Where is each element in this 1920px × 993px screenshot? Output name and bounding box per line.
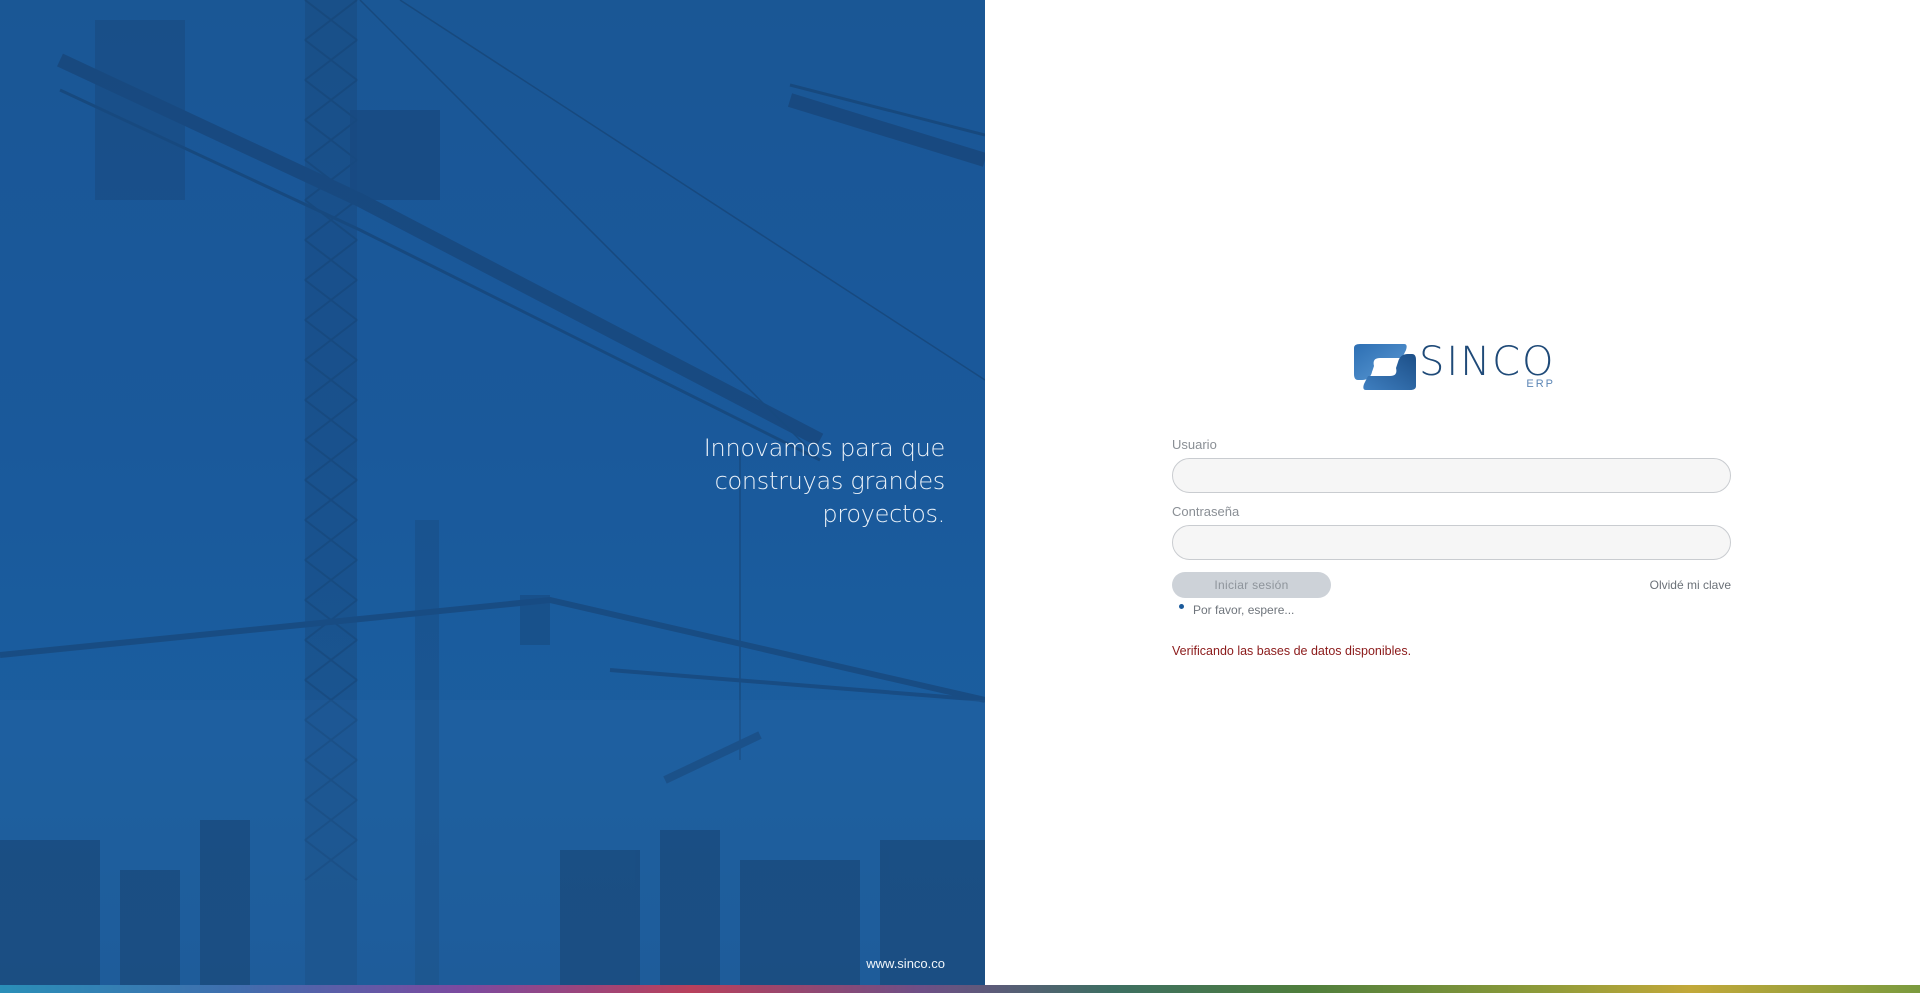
logo-subtitle: ERP [1526,378,1555,390]
hero-tagline: Innovamos para que construyas grandes pr… [585,432,946,531]
sinco-logo-mark-icon [1354,344,1416,390]
username-input[interactable] [1172,458,1731,493]
username-label: Usuario [1172,437,1217,452]
password-label: Contraseña [1172,504,1240,519]
forgot-password-link[interactable]: Olvidé mi clave [1650,578,1731,592]
loading-spinner-icon [1179,604,1184,609]
hero-panel: Innovamos para que construyas grandes pr… [0,0,985,985]
bottom-color-stripe [0,985,1920,993]
login-page: Innovamos para que construyas grandes pr… [0,0,1920,993]
hero-tagline-line-3: proyectos. [822,500,945,528]
status-message: Verificando las bases de datos disponibl… [1172,644,1412,658]
login-panel: SINCO ERP Usuario Contraseña Iniciar ses… [985,0,1920,985]
hero-tagline-line-1: Innovamos para que [703,434,946,462]
loading-text: Por favor, espere... [1193,603,1295,617]
website-url[interactable]: www.sinco.co [866,956,945,971]
login-button[interactable]: Iniciar sesión [1172,572,1331,598]
sinco-logo: SINCO ERP [1352,338,1557,394]
password-input[interactable] [1172,525,1731,560]
hero-tagline-line-2: construyas grandes [714,467,946,495]
